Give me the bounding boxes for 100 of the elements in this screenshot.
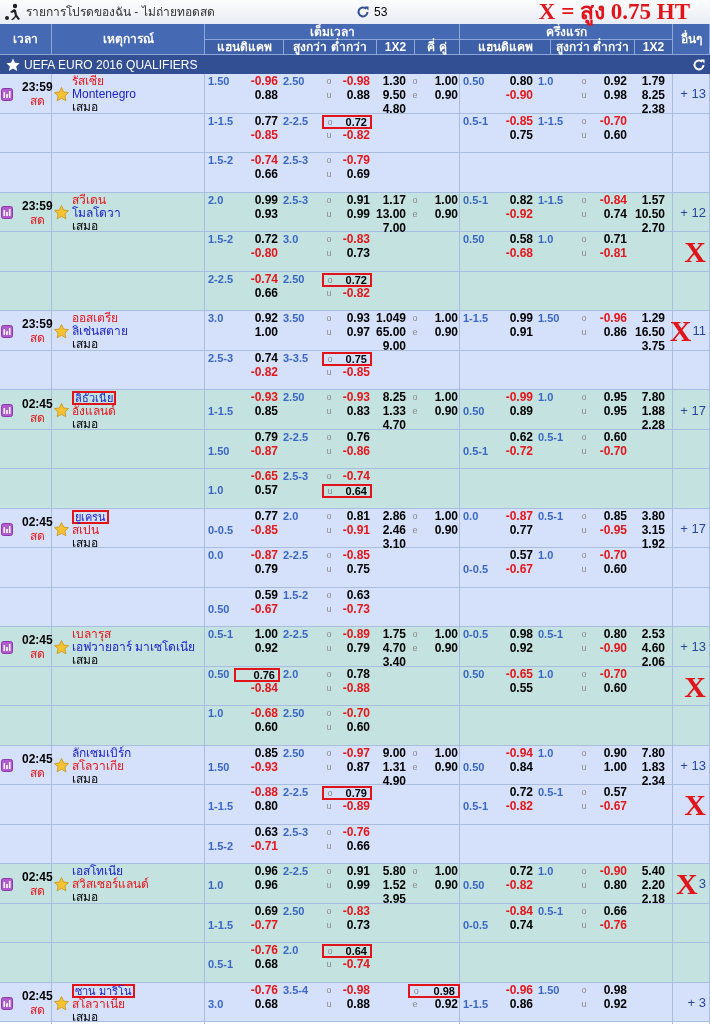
- odds-value[interactable]: 9.00: [372, 746, 408, 761]
- odds-value[interactable]: -0.97: [336, 746, 372, 761]
- odds-value[interactable]: 0.64: [335, 486, 369, 496]
- refresh-icon[interactable]: [692, 57, 706, 72]
- odds-value[interactable]: 1.88: [629, 405, 667, 419]
- stats-icon[interactable]: [1, 522, 13, 536]
- more-bets-link[interactable]: + 3: [687, 993, 706, 1013]
- odds-value[interactable]: 0.90: [422, 89, 460, 103]
- odds-value[interactable]: 16.50: [629, 326, 667, 340]
- odds-value[interactable]: 5.40: [629, 865, 667, 879]
- odds-value[interactable]: 0.69: [336, 168, 372, 182]
- odds-value[interactable]: -0.96: [495, 983, 535, 998]
- odds-value[interactable]: 0.72: [335, 116, 369, 127]
- odds-value[interactable]: 0.90: [422, 523, 460, 538]
- odds-value[interactable]: 4.60: [629, 642, 667, 656]
- odds-value[interactable]: 0.95: [591, 405, 629, 419]
- odds-value[interactable]: 0.59: [240, 588, 280, 603]
- odds-value[interactable]: -0.67: [495, 563, 535, 577]
- odds-value[interactable]: 1.57: [629, 193, 667, 208]
- odds-value[interactable]: 1.00: [422, 509, 460, 524]
- draw-label[interactable]: เสมอ: [72, 338, 128, 351]
- odds-value[interactable]: 0.81: [336, 509, 372, 524]
- odds-value[interactable]: 0.89: [495, 405, 535, 419]
- odds-value[interactable]: 0.76: [237, 669, 277, 680]
- odds-value[interactable]: -0.93: [240, 760, 280, 775]
- odds-value[interactable]: 0.77: [240, 509, 280, 524]
- odds-value[interactable]: 7.00: [372, 221, 408, 233]
- odds-value[interactable]: -0.88: [240, 786, 280, 800]
- odds-value[interactable]: 2.46: [372, 523, 408, 538]
- odds-value[interactable]: 0.82: [495, 193, 535, 208]
- odds-value[interactable]: -0.96: [591, 312, 629, 326]
- odds-value[interactable]: 0.72: [495, 786, 535, 800]
- more-bets-link[interactable]: + 12: [680, 202, 706, 223]
- odds-value[interactable]: 4.90: [372, 774, 408, 786]
- stats-icon[interactable]: [1, 206, 13, 219]
- odds-value[interactable]: 0.75: [495, 128, 535, 143]
- odds-value[interactable]: -0.85: [336, 549, 372, 563]
- odds-value[interactable]: 0.90: [591, 746, 629, 761]
- star-icon[interactable]: [54, 995, 69, 1011]
- draw-label[interactable]: เสมอ: [72, 536, 109, 550]
- odds-value[interactable]: 3.75: [629, 340, 667, 351]
- odds-value[interactable]: 8.25: [629, 89, 667, 103]
- odds-value[interactable]: 0.98: [421, 985, 457, 996]
- odds-value[interactable]: 0.76: [336, 430, 372, 445]
- odds-value[interactable]: 0.91: [495, 326, 535, 340]
- odds-value[interactable]: 0.83: [336, 405, 372, 419]
- odds-value[interactable]: 2.18: [629, 893, 667, 904]
- team-name[interactable]: ลักเซมเบิร์ก: [72, 746, 131, 760]
- odds-value[interactable]: 3.15: [629, 523, 667, 538]
- draw-label[interactable]: เสมอ: [72, 891, 149, 904]
- star-icon[interactable]: [54, 86, 69, 102]
- odds-value[interactable]: -0.89: [336, 800, 372, 814]
- stats-icon[interactable]: [1, 404, 13, 417]
- star-icon[interactable]: [54, 205, 69, 220]
- odds-value[interactable]: 0.99: [240, 193, 280, 208]
- team-name[interactable]: สโลวาเกีย: [72, 759, 131, 773]
- odds-value[interactable]: 0.93: [336, 312, 372, 326]
- odds-value[interactable]: 1.00: [240, 326, 280, 340]
- odds-value[interactable]: 0.72: [495, 865, 535, 879]
- odds-value[interactable]: 5.80: [372, 865, 408, 879]
- odds-value[interactable]: 0.75: [336, 563, 372, 577]
- draw-label[interactable]: เสมอ: [72, 772, 131, 786]
- odds-value[interactable]: -0.98: [336, 75, 372, 89]
- stats-icon[interactable]: [1, 324, 13, 338]
- odds-value[interactable]: 0.93: [240, 207, 280, 222]
- odds-value[interactable]: 8.25: [372, 391, 408, 405]
- odds-value[interactable]: -0.90: [495, 89, 535, 103]
- odds-value[interactable]: 0.60: [240, 721, 280, 735]
- draw-label[interactable]: เสมอ: [72, 1010, 136, 1024]
- odds-value[interactable]: 0.80: [495, 75, 535, 89]
- stats-icon[interactable]: [1, 996, 13, 1010]
- odds-value[interactable]: 0.62: [495, 430, 535, 445]
- odds-value[interactable]: 2.28: [629, 419, 667, 430]
- odds-value[interactable]: 0.72: [240, 233, 280, 247]
- odds-value[interactable]: 0.58: [495, 233, 535, 247]
- odds-value[interactable]: 0.57: [591, 786, 629, 800]
- odds-value[interactable]: 0.85: [240, 405, 280, 419]
- more-bets-link[interactable]: + 17: [680, 400, 706, 421]
- team-name[interactable]: เอฟวายอาร์ มาเซโดเนีย: [72, 641, 196, 654]
- odds-value[interactable]: 0.74: [591, 207, 629, 222]
- stats-icon[interactable]: [1, 640, 13, 654]
- more-bets-link[interactable]: + 17: [680, 519, 706, 539]
- odds-value[interactable]: 9.50: [372, 89, 408, 103]
- odds-value[interactable]: 0.72: [335, 274, 369, 285]
- odds-value[interactable]: 0.80: [591, 628, 629, 642]
- odds-value[interactable]: -0.85: [240, 128, 280, 143]
- odds-value[interactable]: -0.85: [240, 523, 280, 538]
- odds-value[interactable]: 3.40: [372, 656, 408, 667]
- odds-value[interactable]: 9.00: [372, 340, 408, 351]
- odds-value[interactable]: -0.76: [336, 825, 372, 840]
- odds-value[interactable]: 0.79: [335, 788, 369, 798]
- odds-value[interactable]: 0.91: [336, 865, 372, 879]
- odds-value[interactable]: 0.85: [591, 509, 629, 524]
- refresh-icon[interactable]: [356, 5, 370, 19]
- odds-value[interactable]: -0.71: [240, 839, 280, 854]
- odds-value[interactable]: -0.98: [336, 983, 372, 998]
- odds-value[interactable]: 0.68: [240, 997, 280, 1012]
- odds-value[interactable]: 1.75: [372, 628, 408, 642]
- odds-value[interactable]: 0.60: [591, 128, 629, 143]
- odds-value[interactable]: 0.66: [336, 839, 372, 854]
